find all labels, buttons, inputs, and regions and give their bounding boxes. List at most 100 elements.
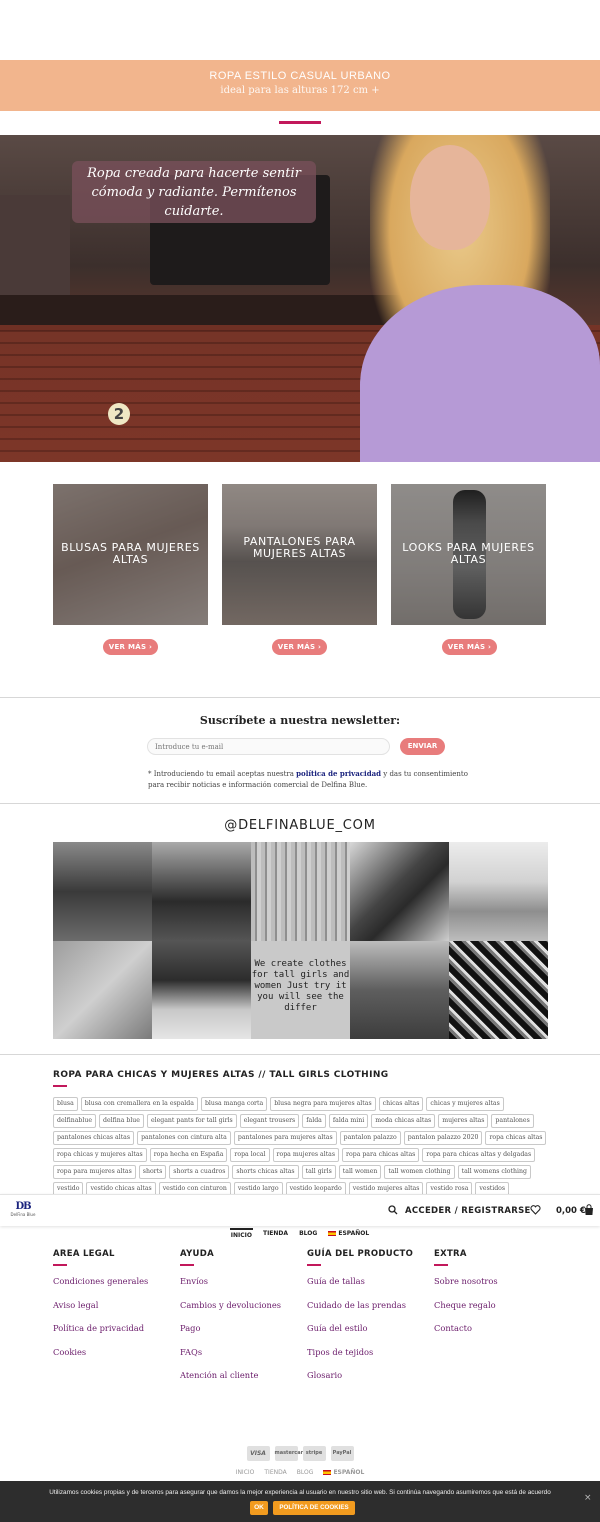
tag-link[interactable]: ropa chicas y mujeres altas <box>53 1148 147 1162</box>
hero-table-number: 2 <box>108 403 130 425</box>
tag-link[interactable]: falda <box>302 1114 326 1128</box>
footer-nav-language[interactable]: ESPAÑOL <box>323 1469 364 1476</box>
nav-language[interactable]: ESPAÑOL <box>327 1228 370 1241</box>
instagram-post[interactable] <box>53 842 152 941</box>
footer-link[interactable]: Envíos <box>180 1276 300 1286</box>
nav-blog[interactable]: BLOG <box>298 1228 318 1241</box>
tag-link[interactable]: ropa chicas altas <box>485 1131 547 1145</box>
ver-mas-pantalones-button[interactable]: VER MÁS › <box>272 639 327 655</box>
tag-link[interactable]: tall girls <box>301 1165 336 1179</box>
category-card-looks[interactable]: LOOKS PARA MUJERES ALTAS <box>391 484 546 625</box>
tag-link[interactable]: pantalones <box>491 1114 534 1128</box>
tag-link[interactable]: shorts <box>138 1165 167 1179</box>
nav-inicio[interactable]: INICIO <box>229 1228 253 1241</box>
logo-mark: DB <box>15 1201 31 1212</box>
tag-link[interactable]: mujeres altas <box>438 1114 489 1128</box>
tag-link[interactable]: elegant pants for tall girls <box>146 1114 237 1128</box>
tag-link[interactable]: tall women clothing <box>384 1165 455 1179</box>
hero-banner[interactable]: 2 Ropa creada para hacerte sentir cómoda… <box>0 135 600 462</box>
category-card-pantalones[interactable]: PANTALONES PARA MUJERES ALTAS <box>222 484 377 625</box>
tag-link[interactable]: ropa para mujeres altas <box>53 1165 136 1179</box>
tag-link[interactable]: pantalones con cintura alta <box>137 1131 231 1145</box>
tag-link[interactable]: pantalones chicas altas <box>53 1131 135 1145</box>
instagram-post[interactable] <box>53 940 152 1039</box>
instagram-post[interactable] <box>350 842 449 941</box>
tag-link[interactable]: chicas y mujeres altas <box>426 1097 504 1111</box>
tag-link[interactable]: blusa negra para mujeres altas <box>270 1097 376 1111</box>
footer-link[interactable]: Guía de tallas <box>307 1276 427 1286</box>
footer-nav-tienda[interactable]: TIENDA <box>264 1469 286 1476</box>
footer-link[interactable]: Contacto <box>434 1323 554 1333</box>
newsletter-title: Suscríbete a nuestra newsletter: <box>199 714 401 727</box>
tag-link[interactable]: tall womens clothing <box>457 1165 531 1179</box>
footer-link[interactable]: Glosario <box>307 1370 427 1380</box>
instagram-post[interactable] <box>449 940 548 1039</box>
footer-link[interactable]: Condiciones generales <box>53 1276 173 1286</box>
tag-link[interactable]: blusa manga corta <box>200 1097 268 1111</box>
wishlist-heart-icon[interactable] <box>530 1204 541 1216</box>
newsletter-submit-button[interactable]: ENVIAR <box>400 738 445 755</box>
login-register-link[interactable]: ACCEDER / REGISTRARSE <box>405 1206 531 1216</box>
tag-link[interactable]: pantalon palazzo 2020 <box>403 1131 483 1145</box>
footer-link[interactable]: FAQs <box>180 1347 300 1357</box>
section-divider <box>0 803 600 804</box>
instagram-post[interactable] <box>152 940 251 1039</box>
tag-link[interactable]: pantalones para mujeres altas <box>233 1131 337 1145</box>
instagram-post[interactable] <box>449 842 548 941</box>
tag-link[interactable]: ropa mujeres altas <box>272 1148 340 1162</box>
tag-link[interactable]: shorts a cuadros <box>169 1165 230 1179</box>
category-card-blusas[interactable]: BLUSAS PARA MUJERES ALTAS <box>53 484 208 625</box>
footer-col-extra: EXTRA Sobre nosotros Cheque regalo Conta… <box>434 1249 554 1347</box>
footer-link[interactable]: Política de privacidad <box>53 1323 173 1333</box>
footer-link[interactable]: Guía del estilo <box>307 1323 427 1333</box>
ver-mas-looks-button[interactable]: VER MÁS › <box>442 639 497 655</box>
ver-mas-blusas-button[interactable]: VER MÁS › <box>103 639 158 655</box>
cookie-policy-button[interactable]: POLÍTICA DE COOKIES <box>273 1501 355 1515</box>
section-divider <box>0 697 600 698</box>
nav-tienda[interactable]: TIENDA <box>262 1228 289 1241</box>
shopping-bag-icon[interactable] <box>584 1204 594 1216</box>
instagram-grid: We create clothes for tall girls and wom… <box>53 842 548 1039</box>
footer-link[interactable]: Sobre nosotros <box>434 1276 554 1286</box>
footer-link[interactable]: Cambios y devoluciones <box>180 1300 300 1310</box>
footer-link[interactable]: Atención al cliente <box>180 1370 300 1380</box>
footer-link[interactable]: Pago <box>180 1323 300 1333</box>
footer-col-guia: GUÍA DEL PRODUCTO Guía de tallas Cuidado… <box>307 1249 427 1394</box>
tag-link[interactable]: tall women <box>338 1165 382 1179</box>
instagram-post[interactable]: We create clothes for tall girls and wom… <box>251 940 350 1039</box>
cart-total[interactable]: 0,00 € <box>556 1206 586 1216</box>
tag-link[interactable]: ropa local <box>230 1148 270 1162</box>
tag-link[interactable]: ropa para chicas altas y delgadas <box>422 1148 536 1162</box>
tag-link[interactable]: delfina blue <box>99 1114 144 1128</box>
close-icon[interactable]: × <box>584 1493 592 1503</box>
cookie-ok-button[interactable]: OK <box>250 1501 268 1515</box>
tag-link[interactable]: falda mini <box>328 1114 369 1128</box>
footer-link[interactable]: Cheque regalo <box>434 1300 554 1310</box>
tag-link[interactable]: blusa <box>53 1097 78 1111</box>
newsletter-email-input[interactable] <box>147 738 390 755</box>
tag-link[interactable]: chicas altas <box>378 1097 424 1111</box>
footer-nav-inicio[interactable]: INICIO <box>236 1469 255 1476</box>
tag-link[interactable]: blusa con cremallera en la espalda <box>80 1097 198 1111</box>
footer-nav-blog[interactable]: BLOG <box>297 1469 314 1476</box>
tag-link[interactable]: pantalon palazzo <box>339 1131 401 1145</box>
instagram-post[interactable] <box>350 940 449 1039</box>
tag-link[interactable]: ropa para chicas altas <box>342 1148 420 1162</box>
footer-link[interactable]: Tipos de tejidos <box>307 1347 427 1357</box>
tag-link[interactable]: delfinablue <box>53 1114 96 1128</box>
privacy-policy-link[interactable]: política de privacidad <box>296 769 381 778</box>
footer-link[interactable]: Aviso legal <box>53 1300 173 1310</box>
footer-link[interactable]: Cookies <box>53 1347 173 1357</box>
tag-link[interactable]: ropa hecha en España <box>149 1148 228 1162</box>
tag-link[interactable]: moda chicas altas <box>371 1114 436 1128</box>
tag-cloud: blusa blusa con cremallera en la espalda b… <box>53 1097 548 1196</box>
tag-link[interactable]: elegant trousers <box>239 1114 300 1128</box>
instagram-post[interactable] <box>152 842 251 941</box>
search-icon[interactable] <box>388 1204 398 1216</box>
newsletter-consent-note: * Introduciendo tu email aceptas nuestra… <box>148 769 468 789</box>
logo[interactable]: DB DelFina Blue <box>7 1201 39 1217</box>
instagram-post[interactable] <box>251 842 350 941</box>
tag-link[interactable]: shorts chicas altas <box>232 1165 299 1179</box>
footer-link[interactable]: Cuidado de las prendas <box>307 1300 427 1310</box>
instagram-handle[interactable]: @DELFINABLUE_COM <box>0 818 600 833</box>
